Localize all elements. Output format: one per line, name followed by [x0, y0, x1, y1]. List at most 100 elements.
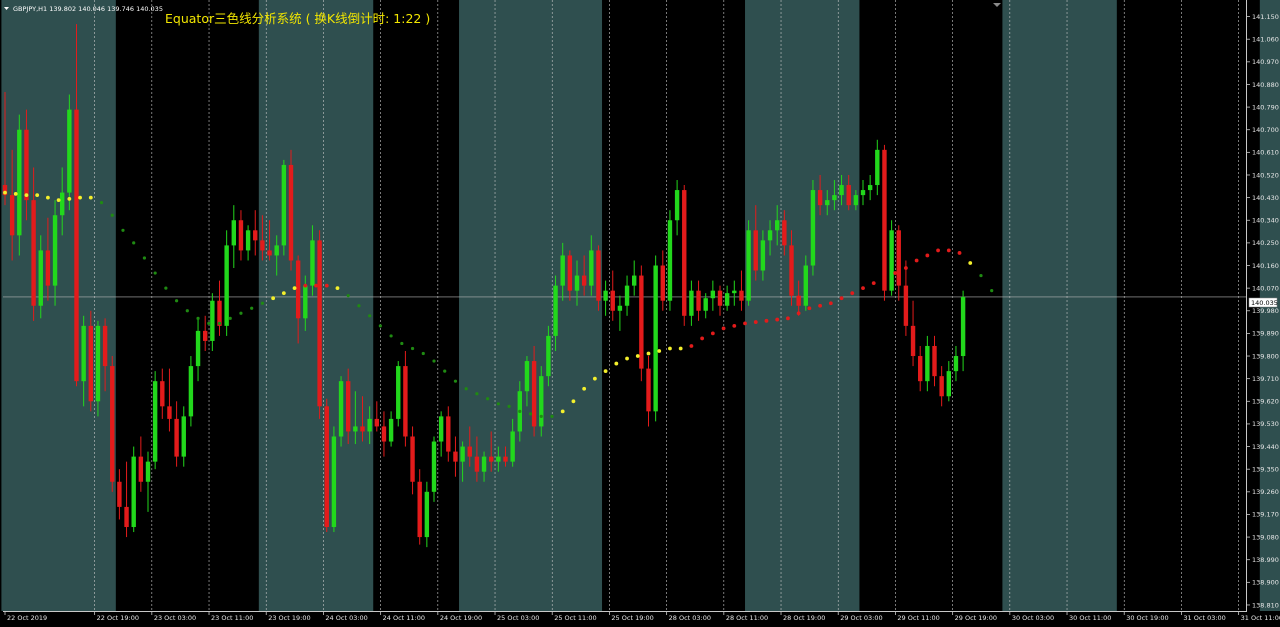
bear-candle[interactable]	[360, 426, 365, 432]
bull-candle[interactable]	[546, 335, 551, 377]
price-chart[interactable]: 141.150 141.060 140.970 140.880 140.790 140.7…	[0, 0, 1280, 627]
bear-candle[interactable]	[782, 220, 787, 246]
bull-candle[interactable]	[832, 195, 837, 201]
bull-candle[interactable]	[732, 290, 737, 294]
bull-candle[interactable]	[388, 418, 394, 442]
bull-candle[interactable]	[274, 245, 279, 256]
bull-candle[interactable]	[617, 305, 623, 311]
bear-candle[interactable]	[796, 295, 801, 306]
bear-candle[interactable]	[696, 290, 701, 311]
bull-candle[interactable]	[460, 446, 465, 462]
bull-candle[interactable]	[431, 441, 437, 492]
bear-candle[interactable]	[24, 129, 29, 201]
bull-candle[interactable]	[724, 293, 730, 306]
bear-candle[interactable]	[660, 265, 665, 301]
bull-candle[interactable]	[67, 109, 72, 193]
bear-candle[interactable]	[346, 381, 351, 432]
bear-candle[interactable]	[467, 446, 472, 457]
bull-candle[interactable]	[710, 290, 716, 299]
bear-candle[interactable]	[267, 250, 272, 256]
bear-candle[interactable]	[403, 366, 408, 437]
bull-candle[interactable]	[960, 296, 966, 357]
bull-candle[interactable]	[181, 416, 186, 457]
bear-candle[interactable]	[317, 240, 322, 407]
bear-candle[interactable]	[288, 164, 294, 261]
bull-candle[interactable]	[867, 185, 873, 191]
bull-candle[interactable]	[539, 376, 544, 427]
bull-candle[interactable]	[760, 240, 766, 271]
bull-candle[interactable]	[496, 456, 501, 462]
bear-candle[interactable]	[596, 250, 601, 301]
bear-candle[interactable]	[817, 190, 823, 206]
bear-candle[interactable]	[138, 456, 144, 482]
bull-candle[interactable]	[674, 190, 680, 221]
bear-candle[interactable]	[295, 260, 301, 319]
bull-candle[interactable]	[145, 461, 151, 482]
bear-candle[interactable]	[253, 230, 258, 241]
bear-candle[interactable]	[910, 325, 916, 357]
bull-candle[interactable]	[281, 164, 287, 246]
bull-candle[interactable]	[632, 275, 637, 286]
bear-candle[interactable]	[717, 290, 723, 306]
bull-candle[interactable]	[775, 220, 780, 231]
bear-candle[interactable]	[682, 190, 687, 316]
bull-candle[interactable]	[95, 325, 101, 402]
bull-candle[interactable]	[889, 230, 894, 291]
bear-candle[interactable]	[45, 250, 51, 286]
bull-candle[interactable]	[367, 418, 372, 432]
bear-candle[interactable]	[324, 406, 329, 528]
bear-candle[interactable]	[31, 200, 36, 306]
bull-candle[interactable]	[17, 129, 22, 236]
bull-candle[interactable]	[331, 436, 337, 528]
bull-candle[interactable]	[860, 190, 866, 196]
bull-candle[interactable]	[946, 371, 951, 397]
bear-candle[interactable]	[846, 185, 851, 206]
bear-candle[interactable]	[753, 230, 758, 271]
bull-candle[interactable]	[574, 275, 580, 291]
bear-candle[interactable]	[918, 356, 923, 382]
bear-candle[interactable]	[203, 330, 208, 341]
bull-candle[interactable]	[231, 220, 236, 246]
bull-candle[interactable]	[667, 220, 673, 301]
bull-candle[interactable]	[424, 491, 430, 538]
bear-candle[interactable]	[260, 240, 265, 251]
bear-candle[interactable]	[939, 376, 944, 397]
bull-candle[interactable]	[224, 245, 229, 326]
bull-candle[interactable]	[188, 366, 194, 417]
bear-candle[interactable]	[167, 406, 172, 419]
bear-candle[interactable]	[882, 149, 887, 291]
bull-candle[interactable]	[703, 298, 708, 311]
chart-window[interactable]: 141.150 141.060 140.970 140.880 140.790 140.7…	[0, 0, 1280, 627]
bull-candle[interactable]	[839, 185, 844, 196]
bull-candle[interactable]	[510, 431, 515, 462]
bull-candle[interactable]	[310, 240, 315, 286]
bear-candle[interactable]	[102, 325, 108, 367]
bear-candle[interactable]	[581, 275, 587, 286]
bull-candle[interactable]	[803, 265, 808, 306]
bull-candle[interactable]	[210, 300, 215, 341]
bull-candle[interactable]	[338, 381, 344, 437]
bull-candle[interactable]	[553, 285, 558, 336]
bear-candle[interactable]	[446, 416, 451, 452]
bull-candle[interactable]	[245, 230, 251, 251]
bear-candle[interactable]	[117, 481, 122, 507]
bear-candle[interactable]	[639, 275, 644, 369]
bull-candle[interactable]	[303, 285, 308, 319]
bull-candle[interactable]	[60, 192, 65, 216]
bear-candle[interactable]	[896, 230, 901, 286]
bull-candle[interactable]	[624, 285, 630, 306]
bull-candle[interactable]	[396, 366, 401, 419]
bull-candle[interactable]	[746, 230, 751, 301]
bull-candle[interactable]	[653, 265, 658, 412]
bear-candle[interactable]	[417, 481, 422, 538]
bear-candle[interactable]	[238, 220, 244, 251]
bear-candle[interactable]	[503, 456, 508, 462]
bear-candle[interactable]	[174, 418, 179, 457]
bear-candle[interactable]	[489, 456, 494, 462]
bear-candle[interactable]	[646, 368, 651, 412]
bull-candle[interactable]	[767, 230, 773, 241]
bull-candle[interactable]	[925, 345, 930, 382]
bear-candle[interactable]	[374, 418, 379, 427]
bear-candle[interactable]	[9, 195, 15, 236]
bull-candle[interactable]	[38, 250, 43, 306]
